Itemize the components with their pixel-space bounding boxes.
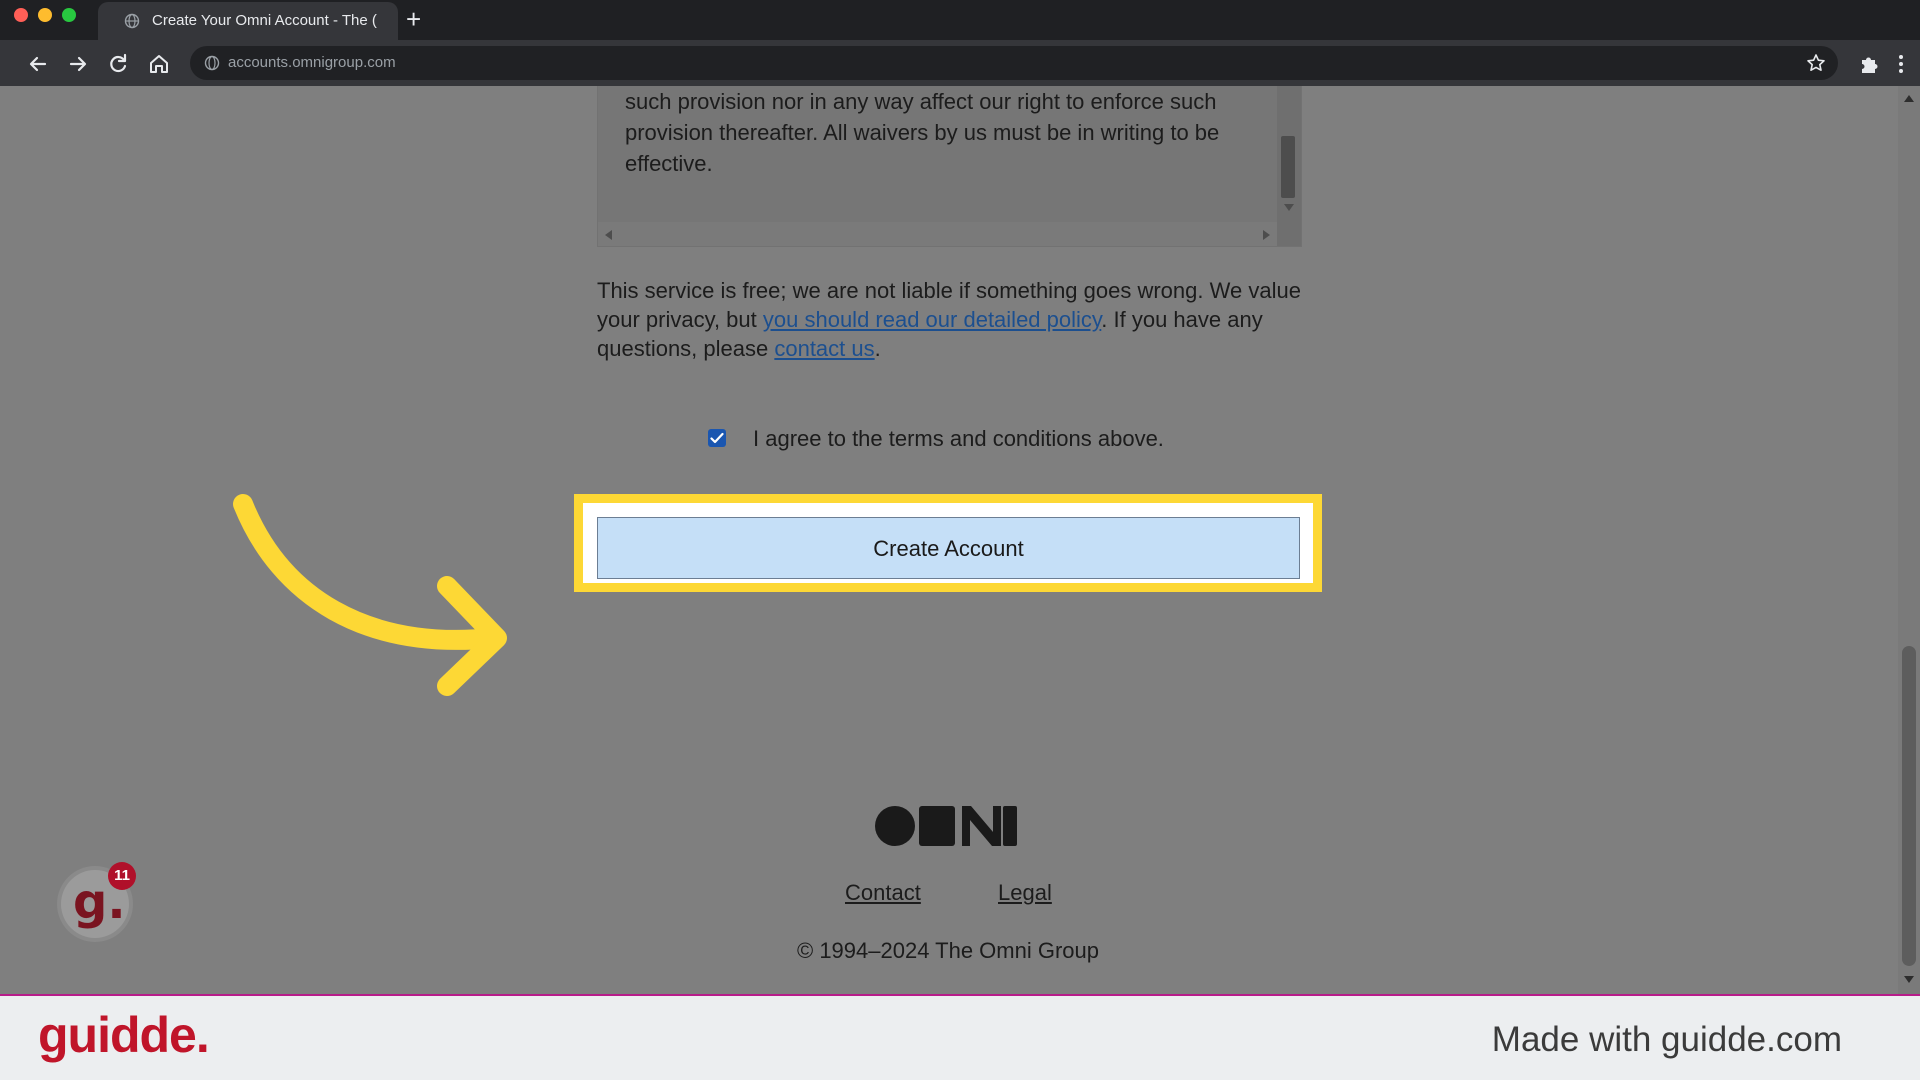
reload-icon[interactable] bbox=[105, 51, 131, 77]
address-bar[interactable]: accounts.omnigroup.com bbox=[190, 46, 1838, 80]
forward-icon[interactable] bbox=[65, 51, 91, 77]
tab-title: Create Your Omni Account - The ( bbox=[152, 12, 377, 29]
browser-menu-icon[interactable] bbox=[1893, 53, 1909, 75]
footer-legal-link[interactable]: Legal bbox=[998, 880, 1052, 906]
pointer-arrow-icon bbox=[233, 494, 507, 696]
scroll-right-arrow-icon[interactable] bbox=[1263, 230, 1271, 240]
minimize-window-button[interactable] bbox=[38, 8, 52, 22]
new-tab-button[interactable]: + bbox=[406, 4, 421, 34]
guidde-logo: guidde. bbox=[38, 1007, 210, 1063]
terms-scroll-box[interactable]: such provision nor in any way affect our… bbox=[597, 86, 1302, 247]
browser-tab-bar: Create Your Omni Account - The ( + bbox=[0, 0, 1920, 40]
terms-horizontal-scrollbar[interactable] bbox=[598, 222, 1277, 246]
maximize-window-button[interactable] bbox=[62, 8, 76, 22]
close-window-button[interactable] bbox=[14, 8, 28, 22]
home-icon[interactable] bbox=[146, 51, 172, 77]
create-account-button[interactable]: Create Account bbox=[597, 517, 1300, 579]
checkmark-icon bbox=[710, 432, 724, 444]
extensions-puzzle-icon[interactable] bbox=[1858, 53, 1880, 75]
browser-tab[interactable]: Create Your Omni Account - The ( bbox=[98, 2, 398, 40]
terms-vertical-scrollbar[interactable] bbox=[1277, 86, 1301, 246]
privacy-policy-link[interactable]: you should read our detailed policy bbox=[763, 307, 1101, 332]
url-text: accounts.omnigroup.com bbox=[228, 54, 396, 71]
omni-logo bbox=[875, 806, 1017, 846]
agree-checkbox[interactable] bbox=[708, 429, 726, 447]
made-with-guidde-text: Made with guidde.com bbox=[1491, 1020, 1842, 1059]
page-scroll-down-arrow-icon[interactable] bbox=[1904, 976, 1914, 984]
page-scroll-up-arrow-icon[interactable] bbox=[1904, 94, 1914, 102]
scroll-down-arrow-icon[interactable] bbox=[1284, 204, 1294, 212]
footer-contact-link[interactable]: Contact bbox=[845, 880, 921, 906]
agree-label: I agree to the terms and conditions abov… bbox=[753, 426, 1164, 451]
guidde-notification-count: 11 bbox=[114, 867, 130, 884]
notice-text-3: . bbox=[874, 336, 881, 361]
page-viewport: such provision nor in any way affect our… bbox=[0, 86, 1920, 994]
guidde-footer: guidde. Made with guidde.com bbox=[0, 994, 1920, 1080]
bookmark-star-icon[interactable] bbox=[1806, 53, 1826, 73]
globe-icon bbox=[124, 13, 140, 29]
terms-scroll-thumb[interactable] bbox=[1281, 136, 1295, 198]
site-info-icon[interactable] bbox=[204, 55, 220, 71]
copyright-text: © 1994–2024 The Omni Group bbox=[797, 938, 1099, 963]
guidde-widget[interactable]: g. 11 bbox=[53, 856, 143, 946]
terms-text: such provision nor in any way affect our… bbox=[625, 89, 1220, 176]
back-icon[interactable] bbox=[25, 51, 51, 77]
contact-us-link[interactable]: contact us bbox=[774, 336, 874, 361]
scroll-left-arrow-icon[interactable] bbox=[604, 230, 612, 240]
page-scroll-thumb[interactable] bbox=[1902, 646, 1916, 966]
service-notice: This service is free; we are not liable … bbox=[597, 276, 1307, 363]
page-vertical-scrollbar[interactable] bbox=[1898, 86, 1920, 994]
